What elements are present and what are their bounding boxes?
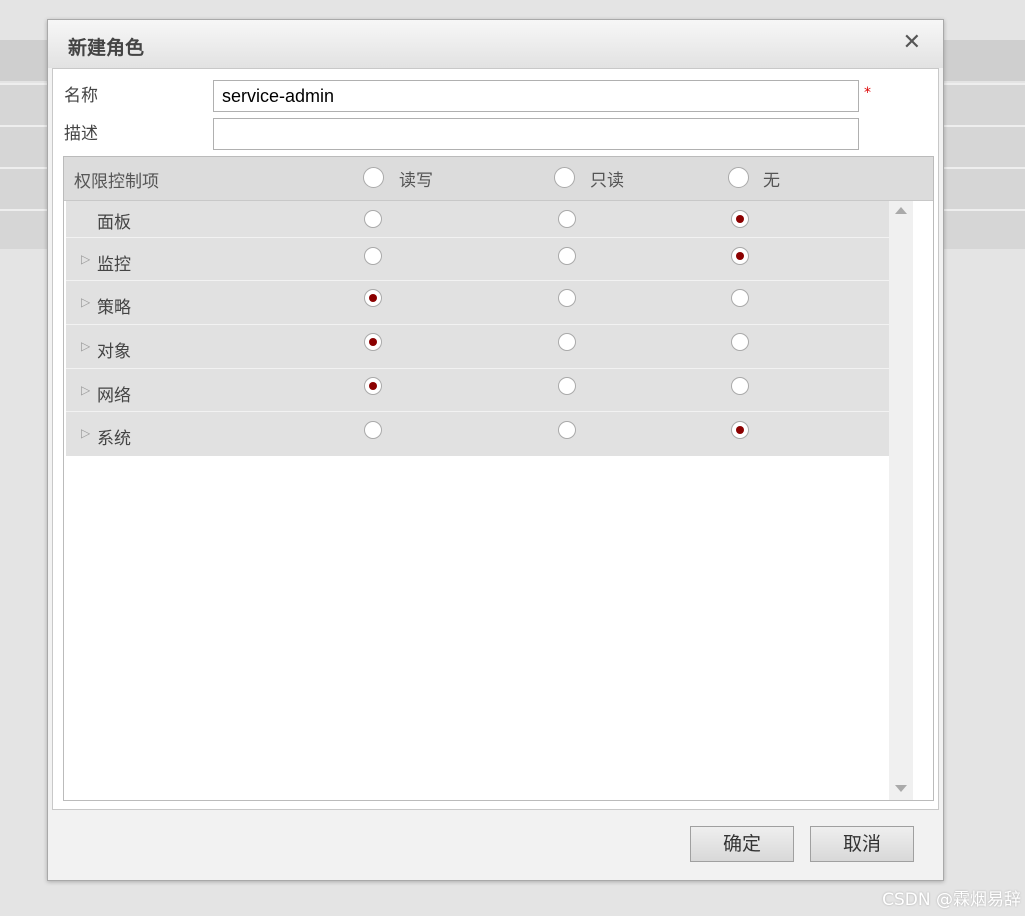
triangle-right-icon[interactable]: ▷	[81, 426, 90, 440]
permission-row: 面板	[66, 201, 890, 238]
permission-rows: 面板 ▷ 监控 ▷ 策略 ▷ 对象 ▷ 网络 ▷ 系统	[66, 201, 890, 456]
name-input[interactable]	[213, 80, 859, 112]
row-label: 网络	[97, 386, 131, 406]
radio-read-write[interactable]	[364, 247, 382, 265]
header-radio-none[interactable]	[728, 167, 749, 188]
radio-read-only[interactable]	[558, 421, 576, 439]
radio-read-write[interactable]	[364, 289, 382, 307]
row-label: 监控	[97, 255, 131, 275]
permission-table: 权限控制项 读写 只读 无 面板 ▷ 监控 ▷ 策略 ▷ 对象 ▷ 网络 ▷ 系…	[63, 156, 934, 801]
radio-none[interactable]	[731, 421, 749, 439]
row-label: 策略	[97, 298, 131, 318]
radio-read-only[interactable]	[558, 377, 576, 395]
scroll-up-arrow-icon[interactable]	[895, 207, 907, 214]
triangle-right-icon[interactable]: ▷	[81, 252, 90, 266]
radio-read-only[interactable]	[558, 289, 576, 307]
radio-none[interactable]	[731, 333, 749, 351]
required-mark: *	[864, 85, 871, 101]
row-label: 系统	[97, 429, 131, 449]
header-radio-read-write[interactable]	[363, 167, 384, 188]
radio-none[interactable]	[731, 289, 749, 307]
header-option-none: 无	[763, 171, 780, 191]
scroll-down-arrow-icon[interactable]	[895, 785, 907, 792]
ok-button[interactable]: 确定	[690, 826, 794, 862]
radio-none[interactable]	[731, 210, 749, 228]
permission-row: ▷ 对象	[66, 325, 890, 369]
permission-header-label: 权限控制项	[74, 172, 159, 192]
description-label: 描述	[64, 124, 98, 144]
triangle-right-icon[interactable]: ▷	[81, 295, 90, 309]
dialog-title: 新建角色	[68, 37, 145, 59]
permission-row: ▷ 监控	[66, 238, 890, 281]
permission-header: 权限控制项 读写 只读 无	[64, 157, 933, 201]
triangle-right-icon[interactable]: ▷	[81, 383, 90, 397]
header-option-read-only: 只读	[590, 171, 624, 191]
radio-read-write[interactable]	[364, 377, 382, 395]
new-role-dialog: 新建角色 ✕ 名称 * 描述 权限控制项 读写 只读 无 面板	[47, 19, 944, 881]
watermark: CSDN @霖烟易辞	[882, 890, 1021, 910]
radio-read-only[interactable]	[558, 210, 576, 228]
vertical-scrollbar[interactable]	[889, 201, 913, 800]
row-label: 对象	[97, 342, 131, 362]
radio-none[interactable]	[731, 377, 749, 395]
description-input[interactable]	[213, 118, 859, 150]
permission-row: ▷ 策略	[66, 281, 890, 325]
cancel-button[interactable]: 取消	[810, 826, 914, 862]
header-option-read-write: 读写	[399, 171, 433, 191]
dialog-titlebar[interactable]: 新建角色 ✕	[48, 20, 943, 68]
radio-none[interactable]	[731, 247, 749, 265]
header-radio-read-only[interactable]	[554, 167, 575, 188]
radio-read-write[interactable]	[364, 333, 382, 351]
name-label: 名称	[64, 86, 98, 106]
radio-read-write[interactable]	[364, 210, 382, 228]
radio-read-write[interactable]	[364, 421, 382, 439]
radio-read-only[interactable]	[558, 247, 576, 265]
close-icon[interactable]: ✕	[903, 30, 921, 55]
triangle-right-icon[interactable]: ▷	[81, 339, 90, 353]
dialog-content: 名称 * 描述 权限控制项 读写 只读 无 面板	[52, 68, 939, 810]
row-label: 面板	[97, 213, 131, 233]
permission-row: ▷ 系统	[66, 412, 890, 456]
permission-row: ▷ 网络	[66, 369, 890, 412]
radio-read-only[interactable]	[558, 333, 576, 351]
